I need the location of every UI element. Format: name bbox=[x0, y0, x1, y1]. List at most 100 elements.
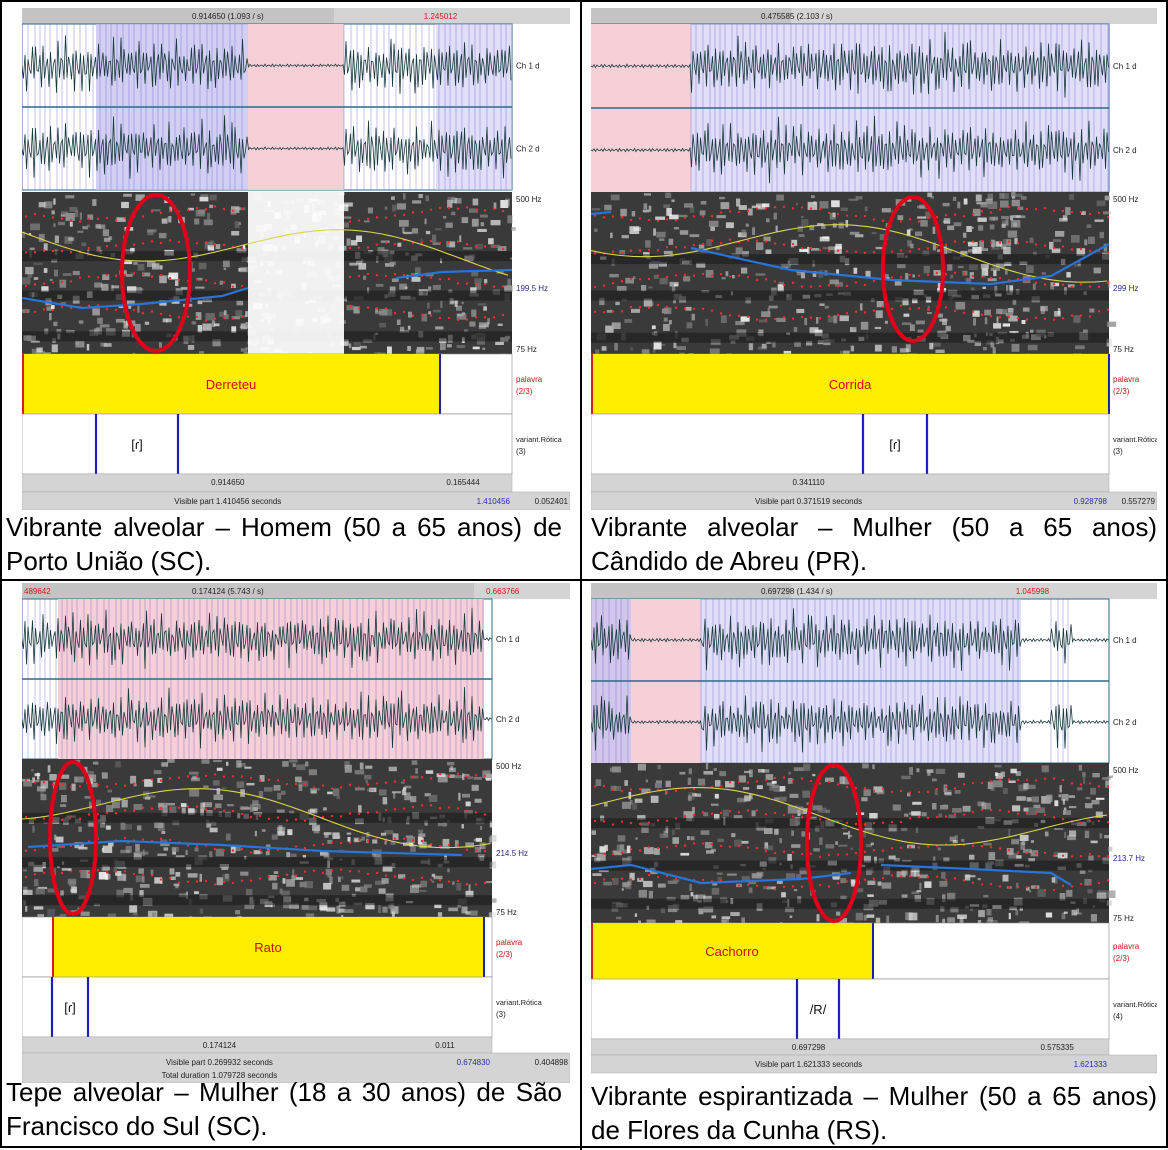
visible-part-bar[interactable] bbox=[591, 491, 1157, 510]
spectrogram-texture bbox=[344, 909, 354, 913]
spectrogram-texture bbox=[1016, 855, 1022, 859]
spectrogram-texture bbox=[490, 220, 501, 226]
selection-bar[interactable] bbox=[22, 8, 334, 24]
spectrogram-texture bbox=[1071, 909, 1078, 916]
spectrogram-texture bbox=[101, 283, 109, 291]
spectrogram-texture bbox=[1022, 307, 1030, 312]
formant-point bbox=[611, 310, 615, 313]
rhotic-tier[interactable] bbox=[22, 976, 493, 1038]
formant-point bbox=[800, 247, 804, 250]
formant-point bbox=[989, 315, 993, 318]
rhotic-tier-count: (3) bbox=[1113, 447, 1123, 456]
spectrogram-texture bbox=[86, 344, 90, 351]
formant-point bbox=[96, 813, 100, 816]
formant-point bbox=[357, 307, 361, 310]
formant-point bbox=[854, 281, 858, 284]
spectrogram-texture bbox=[323, 882, 332, 890]
spectrogram-texture bbox=[1104, 195, 1110, 201]
spectrogram-texture bbox=[1001, 215, 1010, 220]
formant-point bbox=[890, 847, 894, 850]
spectrogram-texture bbox=[367, 207, 373, 214]
formant-point bbox=[231, 209, 235, 212]
formant-point bbox=[186, 880, 190, 883]
spectrogram-texture bbox=[215, 244, 221, 250]
formant-point bbox=[845, 785, 849, 789]
spectrogram-texture bbox=[791, 239, 798, 246]
spectrogram-texture bbox=[663, 323, 670, 331]
formant-point bbox=[213, 205, 217, 208]
formant-point bbox=[267, 817, 271, 820]
spectrogram-texture bbox=[1028, 784, 1036, 790]
spectrogram-texture bbox=[23, 889, 33, 895]
spectrogram-texture bbox=[711, 915, 717, 919]
formant-point bbox=[357, 838, 361, 841]
formant-point bbox=[773, 206, 777, 209]
spectrogram-texture bbox=[749, 769, 753, 778]
formant-point bbox=[737, 811, 741, 814]
spectrogram-top-frequency: 500 Hz bbox=[516, 195, 541, 204]
spectrogram-texture bbox=[812, 773, 816, 777]
formant-point bbox=[123, 216, 127, 219]
spectrogram-texture bbox=[67, 878, 77, 885]
channel-1-label: Ch 1 d bbox=[1113, 62, 1137, 71]
formant-point bbox=[1070, 210, 1074, 214]
spectrogram-texture bbox=[871, 231, 877, 235]
spectrogram-texture bbox=[189, 789, 200, 797]
selection-time-bar[interactable] bbox=[591, 1038, 1110, 1056]
spectrogram-texture bbox=[748, 887, 753, 893]
spectrogram-texture bbox=[456, 883, 462, 891]
spectrogram-texture bbox=[77, 230, 84, 233]
formant-point bbox=[420, 314, 424, 317]
formant-point bbox=[456, 282, 460, 285]
spectrogram-texture bbox=[35, 887, 45, 895]
selection-time-bar[interactable] bbox=[22, 1036, 493, 1054]
spectrogram-texture bbox=[875, 917, 881, 924]
spectrogram-texture bbox=[372, 839, 378, 844]
spectrogram-texture bbox=[408, 311, 412, 318]
spectrogram-texture bbox=[505, 198, 510, 207]
spectrogram-texture bbox=[175, 872, 181, 877]
spectrogram-texture bbox=[161, 831, 166, 834]
formant-point bbox=[60, 818, 64, 821]
formant-point bbox=[357, 219, 361, 222]
spectrogram-texture bbox=[980, 203, 988, 208]
caption-rato: Tepe alveolar – Mulher (18 a 30 anos) de… bbox=[6, 1077, 562, 1141]
formant-point bbox=[483, 282, 487, 286]
spectrogram-texture bbox=[497, 323, 503, 326]
selection-time-bar[interactable] bbox=[591, 473, 1110, 493]
formant-point bbox=[1034, 243, 1038, 246]
spectrogram-texture bbox=[1044, 831, 1049, 837]
spectrogram-texture bbox=[955, 301, 966, 310]
formant-point bbox=[638, 822, 642, 826]
spectrogram-texture bbox=[477, 303, 487, 306]
formant-point bbox=[620, 216, 624, 219]
formant-point bbox=[231, 775, 235, 778]
formant-point bbox=[1070, 885, 1074, 888]
spectrogram-texture bbox=[80, 870, 90, 878]
spectrogram-texture bbox=[1030, 329, 1034, 333]
spectrogram-texture bbox=[811, 248, 820, 251]
formant-point bbox=[321, 784, 325, 787]
formant-point bbox=[87, 246, 91, 250]
spectrogram-texture bbox=[384, 206, 388, 210]
spectrogram-texture bbox=[132, 913, 138, 916]
spectrogram-texture bbox=[295, 877, 303, 880]
formant-point bbox=[899, 820, 903, 824]
formant-point bbox=[60, 217, 64, 220]
visible-part-far: 0.052401 bbox=[535, 497, 569, 506]
formant-point bbox=[24, 284, 28, 288]
selection-time-bar[interactable] bbox=[22, 473, 513, 493]
rhotic-tier[interactable] bbox=[591, 978, 1110, 1040]
formant-point bbox=[384, 307, 388, 310]
formant-point bbox=[123, 784, 127, 787]
spectrogram-texture bbox=[689, 234, 700, 238]
spectrogram-texture bbox=[719, 196, 725, 200]
visible-part-bar[interactable] bbox=[591, 1054, 1157, 1074]
spectrogram-texture bbox=[617, 835, 626, 842]
formant-point bbox=[665, 819, 669, 822]
spectrogram-texture bbox=[347, 837, 351, 842]
rhotic-tier[interactable] bbox=[591, 413, 1110, 475]
spectrogram-texture bbox=[1040, 305, 1048, 312]
spectrogram-texture bbox=[969, 264, 978, 270]
spectrogram-texture bbox=[775, 225, 778, 233]
